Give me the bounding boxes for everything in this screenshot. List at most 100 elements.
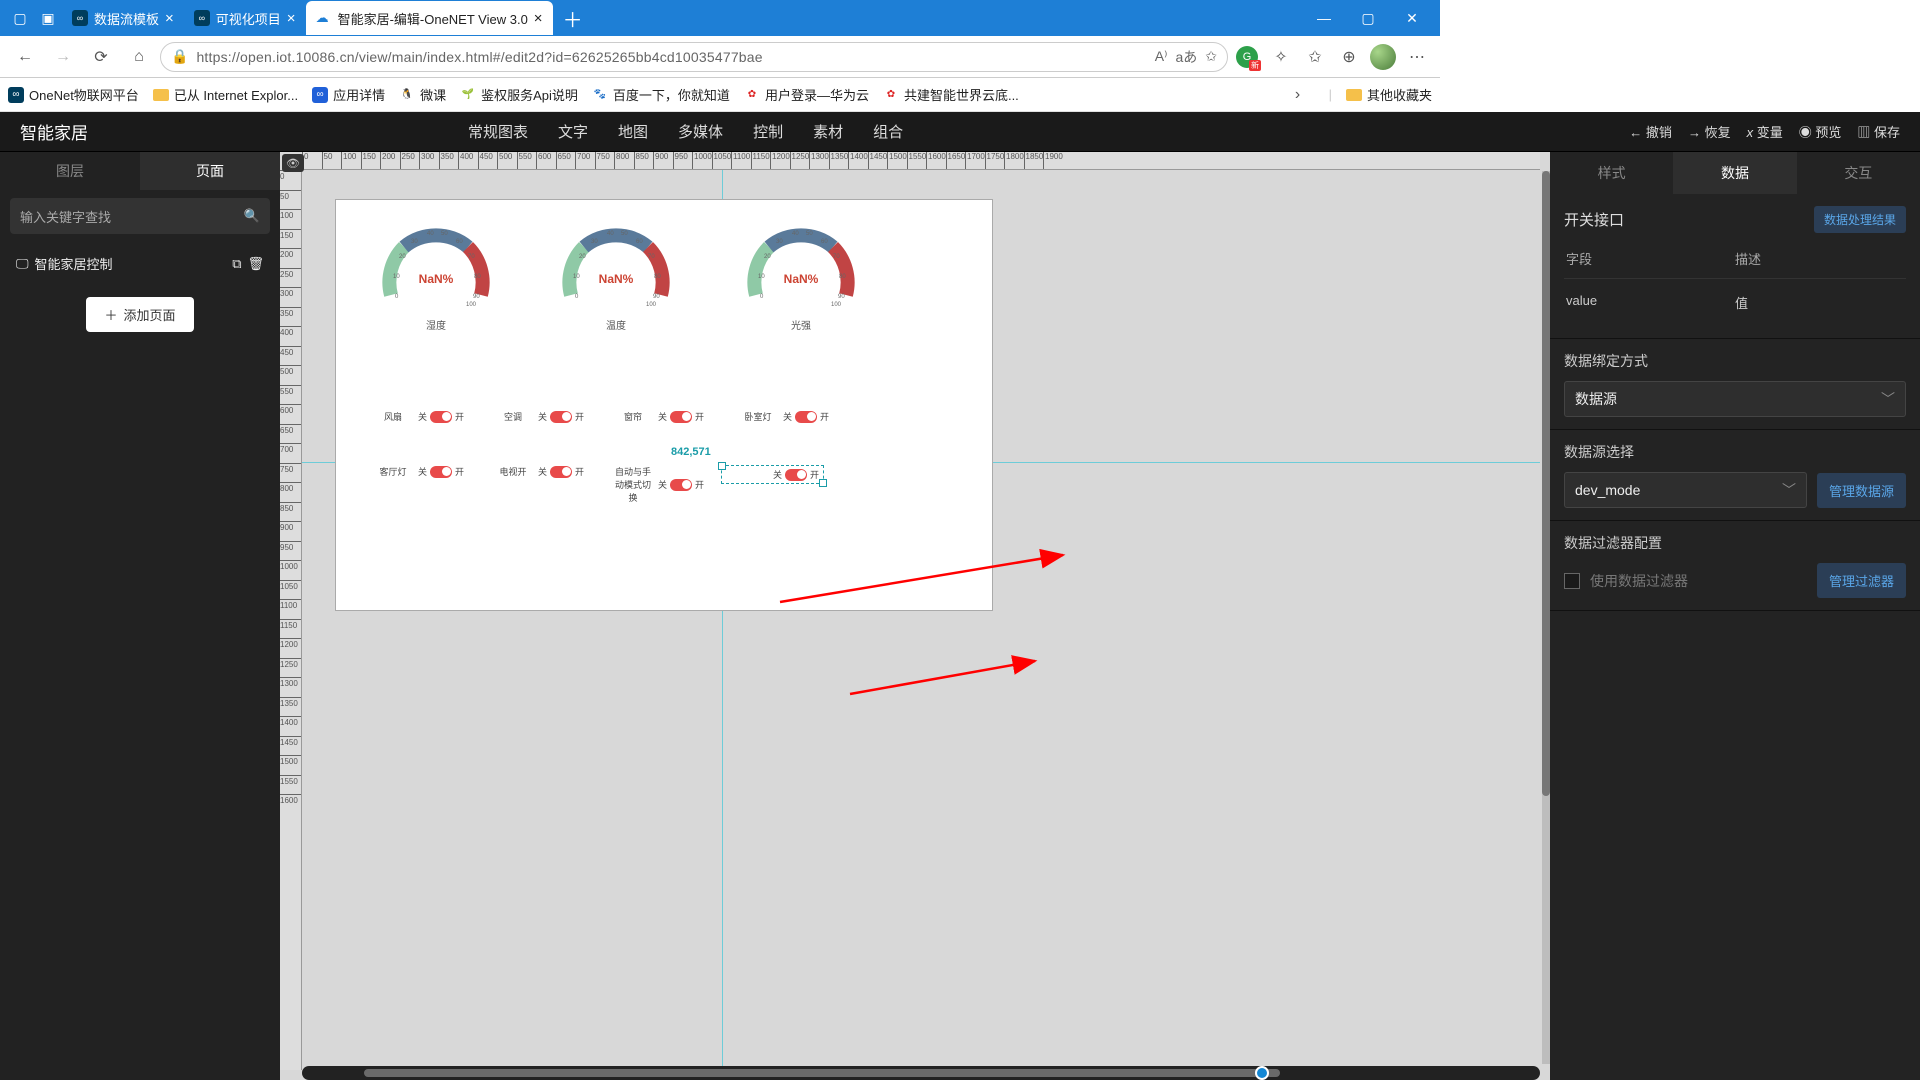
back-icon[interactable]: ← bbox=[8, 40, 42, 74]
menu-media[interactable]: 多媒体 bbox=[678, 121, 723, 142]
gauge-2[interactable]: 0 10 20 30 40 50 60 70 80 90 100 NaN%光强 bbox=[736, 210, 866, 332]
bookmark-item[interactable]: 已从 Internet Explor... bbox=[153, 85, 298, 104]
menu-map[interactable]: 地图 bbox=[618, 121, 648, 142]
chevron-down-icon: ﹀ bbox=[1881, 389, 1895, 409]
toggle[interactable] bbox=[550, 411, 572, 423]
bookmark-item[interactable]: ✿共建智能世界云底... bbox=[883, 85, 1019, 104]
section-title: 数据过滤器配置 bbox=[1564, 533, 1906, 553]
toggle[interactable] bbox=[785, 469, 807, 481]
close-icon[interactable]: × bbox=[165, 10, 174, 27]
close-icon[interactable]: × bbox=[534, 10, 543, 27]
chevron-down-icon: ﹀ bbox=[1782, 480, 1796, 500]
favorites-icon[interactable]: ✩ bbox=[1300, 42, 1330, 72]
section-title: 数据源选择 bbox=[1564, 442, 1906, 462]
favorite-icon[interactable]: ✩ bbox=[1205, 48, 1217, 65]
read-aloud-icon[interactable]: A⁾ bbox=[1155, 48, 1168, 65]
other-bookmarks[interactable]: 其他收藏夹 bbox=[1346, 85, 1432, 104]
maximize-icon[interactable]: ▢ bbox=[1346, 10, 1390, 27]
menu-group[interactable]: 组合 bbox=[873, 121, 903, 142]
extensions-icon[interactable]: ✧ bbox=[1266, 42, 1296, 72]
menu-text[interactable]: 文字 bbox=[558, 121, 588, 142]
bookmark-overflow-icon[interactable]: › bbox=[1281, 78, 1315, 112]
bookmark-item[interactable]: ∞应用详情 bbox=[312, 85, 385, 104]
tab-3-active[interactable]: ☁智能家居-编辑-OneNET View 3.0× bbox=[306, 1, 553, 35]
close-window-icon[interactable]: ✕ bbox=[1390, 10, 1434, 27]
lock-icon: 🔒 bbox=[171, 48, 188, 65]
switch-widget[interactable]: 关开 bbox=[721, 465, 824, 484]
manage-datasource-button[interactable]: 管理数据源 bbox=[1817, 473, 1906, 508]
menu-control[interactable]: 控制 bbox=[753, 121, 783, 142]
toggle[interactable] bbox=[795, 411, 817, 423]
toggle[interactable] bbox=[670, 411, 692, 423]
forward-icon[interactable]: → bbox=[46, 40, 80, 74]
zoom-slider[interactable] bbox=[302, 1066, 1540, 1080]
refresh-icon[interactable]: ⟳ bbox=[84, 40, 118, 74]
svg-text:100: 100 bbox=[466, 302, 477, 308]
datasource-select[interactable]: dev_mode﹀ bbox=[1564, 472, 1807, 508]
undo-button[interactable]: ← 撤销 bbox=[1629, 122, 1672, 141]
switch-widget[interactable]: 电视开关开 bbox=[491, 465, 584, 478]
toggle[interactable] bbox=[430, 466, 452, 478]
window-menu-icon[interactable]: ▢ bbox=[6, 4, 34, 32]
tab-layers[interactable]: 图层 bbox=[0, 152, 140, 190]
artboard[interactable]: 0 10 20 30 40 50 60 70 80 90 100 NaN%湿度 … bbox=[336, 200, 992, 610]
svg-text:20: 20 bbox=[579, 254, 586, 260]
close-icon[interactable]: × bbox=[287, 10, 296, 27]
rtab-data[interactable]: 数据 bbox=[1673, 152, 1796, 194]
menu-chart[interactable]: 常规图表 bbox=[468, 121, 528, 142]
switch-widget[interactable]: 自动与手动模式切换关开 bbox=[611, 465, 704, 504]
svg-text:30: 30 bbox=[411, 239, 418, 245]
switch-widget[interactable]: 窗帘关开 bbox=[611, 410, 704, 423]
bookmark-item[interactable]: 🌱鉴权服务Api说明 bbox=[460, 85, 578, 104]
data-result-button[interactable]: 数据处理结果 bbox=[1814, 206, 1906, 233]
bind-mode-select[interactable]: 数据源﹀ bbox=[1564, 381, 1906, 417]
svg-text:30: 30 bbox=[776, 239, 783, 245]
switch-widget[interactable]: 客厅灯关开 bbox=[371, 465, 464, 478]
toggle[interactable] bbox=[550, 466, 572, 478]
svg-text:70: 70 bbox=[648, 254, 655, 260]
translate-icon[interactable]: aあ bbox=[1175, 47, 1197, 67]
switch-widget[interactable]: 风扇关开 bbox=[371, 410, 464, 423]
search-input[interactable]: 输入关键字查找 🔍 bbox=[10, 198, 270, 234]
more-icon[interactable]: ⋯ bbox=[1402, 42, 1432, 72]
rtab-interaction[interactable]: 交互 bbox=[1797, 152, 1920, 194]
tab-overview-icon[interactable]: ▣ bbox=[34, 4, 62, 32]
switch-widget[interactable]: 空调关开 bbox=[491, 410, 584, 423]
tab-2[interactable]: ∞可视化项目× bbox=[184, 1, 306, 35]
bookmark-item[interactable]: ∞OneNet物联网平台 bbox=[8, 85, 139, 104]
visibility-icon[interactable]: 👁 bbox=[282, 154, 304, 172]
bookmark-item[interactable]: ✿用户登录—华为云 bbox=[744, 85, 869, 104]
collections-icon[interactable]: ⊕ bbox=[1334, 42, 1364, 72]
vertical-scrollbar[interactable] bbox=[1542, 171, 1550, 1064]
bookmark-item[interactable]: 🐾百度一下，你就知道 bbox=[592, 85, 730, 104]
url-input[interactable]: 🔒 https://open.iot.10086.cn/view/main/in… bbox=[160, 42, 1228, 72]
use-filter-checkbox[interactable] bbox=[1564, 573, 1580, 589]
new-tab-button[interactable]: ＋ bbox=[553, 4, 593, 33]
canvas-area[interactable]: 👁 05010015020025030035040045050055060065… bbox=[280, 152, 1550, 1080]
home-icon[interactable]: ⌂ bbox=[122, 40, 156, 74]
profile-avatar[interactable] bbox=[1368, 42, 1398, 72]
var-button[interactable]: x 变量 bbox=[1747, 122, 1783, 141]
menu-assets[interactable]: 素材 bbox=[813, 121, 843, 142]
gauge-0[interactable]: 0 10 20 30 40 50 60 70 80 90 100 NaN%湿度 bbox=[371, 210, 501, 332]
tab-pages[interactable]: 页面 bbox=[140, 152, 280, 190]
page-list-item[interactable]: 🖵 智能家居控制 ⧉ 🗑 bbox=[10, 246, 270, 281]
toggle[interactable] bbox=[430, 411, 452, 423]
copy-icon[interactable]: ⧉ bbox=[232, 256, 241, 272]
rtab-style[interactable]: 样式 bbox=[1550, 152, 1673, 194]
add-page-button[interactable]: ＋ 添加页面 bbox=[86, 297, 193, 332]
google-ext-icon[interactable]: G bbox=[1232, 42, 1262, 72]
delete-icon[interactable]: 🗑 bbox=[247, 256, 264, 272]
switch-widget[interactable]: 卧室灯关开 bbox=[736, 410, 829, 423]
save-button[interactable]: ▥ 保存 bbox=[1857, 122, 1900, 141]
bookmark-item[interactable]: 🐧微课 bbox=[399, 85, 446, 104]
preview-button[interactable]: ◉ 预览 bbox=[1799, 122, 1842, 141]
redo-button[interactable]: → 恢复 bbox=[1688, 122, 1731, 141]
manage-filter-button[interactable]: 管理过滤器 bbox=[1817, 563, 1906, 598]
address-bar: ← → ⟳ ⌂ 🔒 https://open.iot.10086.cn/view… bbox=[0, 36, 1440, 78]
minimize-icon[interactable]: — bbox=[1302, 10, 1346, 27]
gauge-1[interactable]: 0 10 20 30 40 50 60 70 80 90 100 NaN%温度 bbox=[551, 210, 681, 332]
tab-1[interactable]: ∞数据流模板× bbox=[62, 1, 184, 35]
svg-text:0: 0 bbox=[575, 294, 579, 300]
toggle[interactable] bbox=[670, 479, 692, 491]
